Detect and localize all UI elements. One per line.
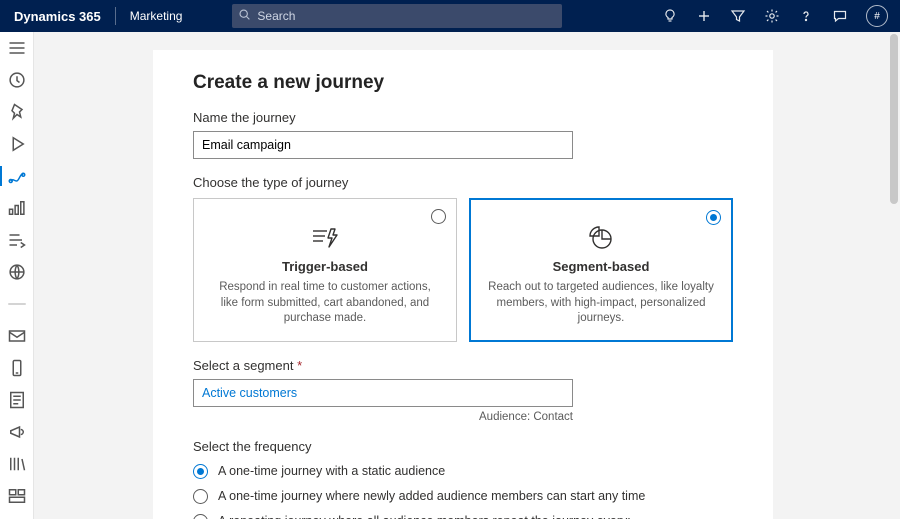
left-nav-rail: RM — [0, 32, 34, 519]
freq-option-newmembers[interactable]: A one-time journey where newly added aud… — [193, 489, 733, 504]
radio-selected-icon — [193, 464, 208, 479]
chat-icon[interactable] — [832, 8, 848, 24]
filter-icon[interactable] — [730, 8, 746, 24]
mobile-icon[interactable] — [7, 358, 27, 378]
app-name: Marketing — [116, 9, 197, 23]
play-icon[interactable] — [7, 134, 27, 154]
card-trigger-title: Trigger-based — [210, 259, 440, 274]
card-segment-based[interactable]: Segment-based Reach out to targeted audi… — [469, 198, 733, 342]
add-icon[interactable] — [696, 8, 712, 24]
segment-label: Select a segment — [193, 358, 733, 373]
frequency-options: A one-time journey with a static audienc… — [193, 464, 733, 519]
freq-option-label: A one-time journey with a static audienc… — [218, 464, 445, 478]
form-icon[interactable] — [7, 390, 27, 410]
card-segment-desc: Reach out to targeted audiences, like lo… — [486, 280, 716, 327]
freq-option-repeating[interactable]: A repeating journey where all audience m… — [193, 514, 733, 519]
radio-unselected-icon — [193, 514, 208, 519]
brand-name: Dynamics 365 — [0, 9, 115, 24]
recent-icon[interactable] — [7, 70, 27, 90]
analytics-icon[interactable] — [7, 198, 27, 218]
user-avatar[interactable]: # — [866, 5, 888, 27]
mail-icon[interactable] — [7, 326, 27, 346]
freq-option-static[interactable]: A one-time journey with a static audienc… — [193, 464, 733, 479]
card-trigger-desc: Respond in real time to customer actions… — [210, 280, 440, 327]
global-search[interactable] — [232, 4, 562, 28]
name-label: Name the journey — [193, 110, 733, 125]
search-icon — [238, 8, 251, 24]
top-app-bar: Dynamics 365 Marketing # — [0, 0, 900, 32]
audience-hint: Audience: Contact — [193, 411, 573, 423]
divider-rail — [7, 294, 27, 314]
top-right-actions: # — [662, 5, 900, 27]
megaphone-icon[interactable] — [7, 422, 27, 442]
search-input[interactable] — [257, 9, 556, 23]
journey-type-cards: Trigger-based Respond in real time to cu… — [193, 198, 733, 342]
freq-option-label: A repeating journey where all audience m… — [218, 514, 631, 519]
lightbulb-icon[interactable] — [662, 8, 678, 24]
frequency-label: Select the frequency — [193, 439, 733, 454]
freq-option-label: A one-time journey where newly added aud… — [218, 489, 645, 503]
journey-create-panel: Create a new journey Name the journey Ch… — [153, 50, 773, 519]
library-icon[interactable] — [7, 454, 27, 474]
type-label: Choose the type of journey — [193, 175, 733, 190]
hamburger-icon[interactable] — [7, 38, 27, 58]
card-segment-title: Segment-based — [486, 259, 716, 274]
pin-icon[interactable] — [7, 102, 27, 122]
globe-icon[interactable] — [7, 262, 27, 282]
content-stage: Create a new journey Name the journey Ch… — [34, 32, 900, 519]
radio-selected-icon — [706, 210, 721, 225]
segment-picker[interactable]: Active customers — [193, 379, 573, 407]
scrollbar-thumb[interactable] — [890, 34, 898, 204]
template-icon[interactable] — [7, 486, 27, 506]
card-trigger-based[interactable]: Trigger-based Respond in real time to cu… — [193, 198, 457, 342]
journeys-icon[interactable] — [7, 166, 27, 186]
triggers-icon[interactable] — [7, 230, 27, 250]
radio-unselected-icon — [431, 209, 446, 224]
app-shell: RM Create a new journey Name the journey… — [0, 32, 900, 519]
page-title: Create a new journey — [193, 72, 733, 94]
trigger-icon — [210, 223, 440, 253]
journey-name-input[interactable] — [193, 131, 573, 159]
gear-icon[interactable] — [764, 8, 780, 24]
segment-value: Active customers — [202, 386, 297, 400]
segment-icon — [486, 223, 716, 253]
radio-unselected-icon — [193, 489, 208, 504]
help-icon[interactable] — [798, 8, 814, 24]
